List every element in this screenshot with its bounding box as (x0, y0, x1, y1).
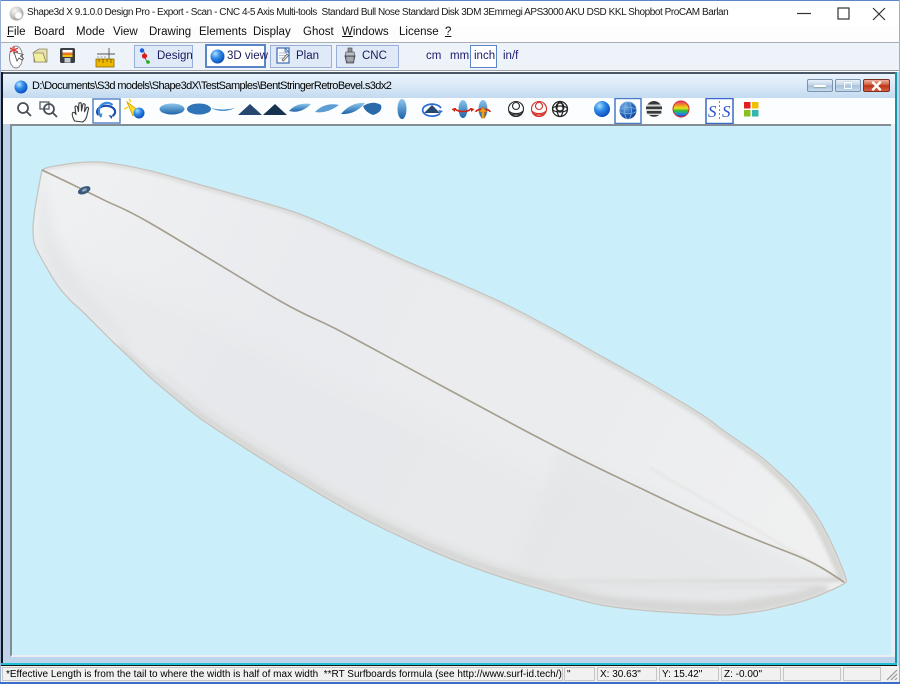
svg-text:S: S (708, 102, 717, 121)
svg-text:S: S (722, 102, 731, 121)
